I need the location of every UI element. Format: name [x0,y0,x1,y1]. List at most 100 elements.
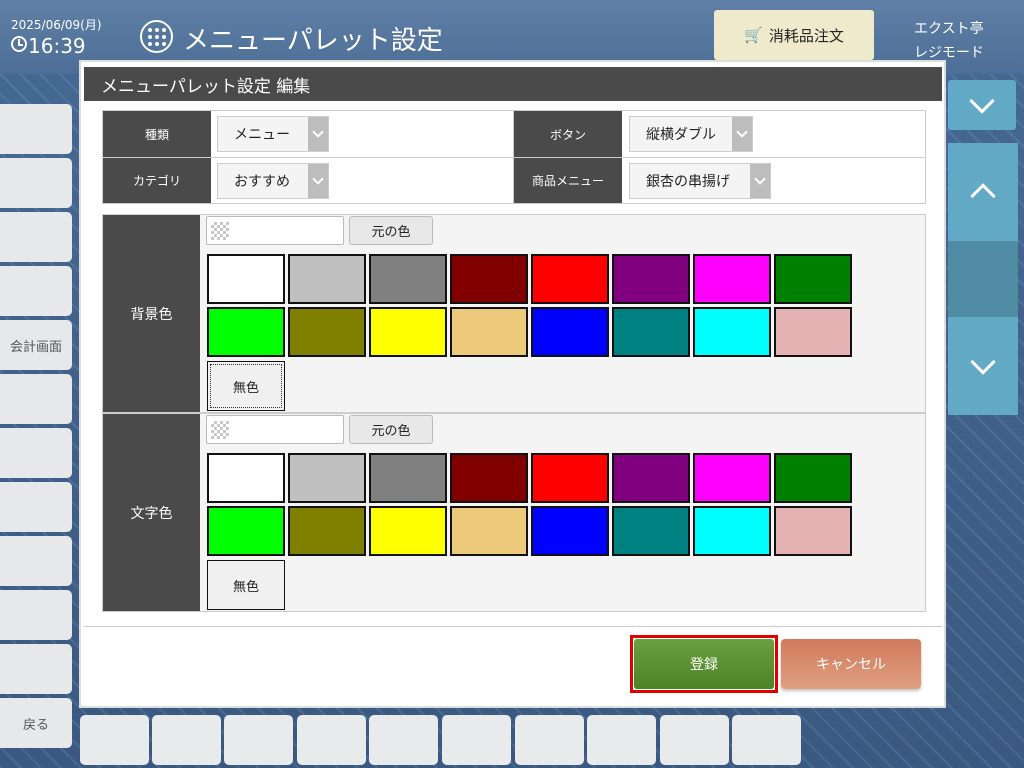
background-color-swatch[interactable] [207,254,285,304]
background-color-swatch[interactable] [531,254,609,304]
settings-form: 種類 メニュー ボタン 縦横ダブル カテゴリ おすすめ 商品メニュー 銀杏の串揚… [102,110,926,204]
left-nav-button[interactable] [0,266,72,316]
checkout-screen-button[interactable]: 会計画面 [0,320,72,370]
background-color-swatch[interactable] [450,307,528,357]
cart-icon: 🛒 [744,26,763,44]
bottom-slot-button[interactable] [587,715,656,765]
product-menu-select[interactable]: 銀杏の串揚げ [629,163,771,199]
category-select[interactable]: おすすめ [217,163,329,199]
background-color-swatch[interactable] [450,254,528,304]
text-color-swatch[interactable] [450,453,528,503]
bottom-slot-button[interactable] [297,715,366,765]
text-color-swatch[interactable] [207,453,285,503]
back-button[interactable]: 戻る [0,698,72,748]
bottom-slot-button[interactable] [515,715,584,765]
supply-order-button[interactable]: 🛒 消耗品注文 [714,10,874,60]
bottom-slot-button[interactable] [732,715,801,765]
left-nav-button[interactable] [0,104,72,154]
button-select[interactable]: 縦横ダブル [629,116,753,152]
text-color-swatch[interactable] [369,453,447,503]
background-original-color-button[interactable]: 元の色 [349,216,433,245]
bottom-slot-button[interactable] [369,715,438,765]
text-no-color-button[interactable]: 無色 [207,560,285,610]
grid-menu-icon [140,20,173,53]
mode-name: レジモード [914,45,984,61]
text-color-swatch[interactable] [612,453,690,503]
text-color-section: 文字色 元の色 無色 [102,413,926,612]
current-date: 2025/06/09(月) [11,18,102,32]
dialog-title: メニューパレット設定 編集 [84,67,942,101]
background-color-swatch[interactable] [369,254,447,304]
background-color-swatch[interactable] [612,254,690,304]
transparent-checker-icon [211,222,229,240]
category-value: おすすめ [234,174,290,190]
left-nav-button[interactable] [0,482,72,532]
bottom-slot-button[interactable] [442,715,511,765]
background-color-swatch[interactable] [207,307,285,357]
app-title: メニューパレット設定 [183,26,443,56]
text-color-swatch[interactable] [369,506,447,556]
product-menu-value: 銀杏の串揚げ [646,174,730,190]
text-color-swatch[interactable] [774,506,852,556]
text-color-swatch[interactable] [693,453,771,503]
edit-dialog: メニューパレット設定 編集 種類 メニュー ボタン 縦横ダブル カテゴリ おすす… [79,60,946,708]
left-nav-button[interactable] [0,428,72,478]
text-color-swatch[interactable] [450,506,528,556]
text-original-color-button[interactable]: 元の色 [349,415,433,444]
left-nav-button[interactable] [0,158,72,208]
register-button[interactable]: 登録 [634,639,774,689]
text-color-swatch[interactable] [288,453,366,503]
cancel-button[interactable]: キャンセル [781,639,921,689]
button-label: ボタン [514,111,622,157]
background-color-swatch[interactable] [531,307,609,357]
left-nav-button[interactable] [0,212,72,262]
background-color-swatch[interactable] [612,307,690,357]
supply-order-label: 消耗品注文 [768,26,844,45]
scroll-thumb[interactable] [948,241,1018,317]
background-color-swatch[interactable] [774,254,852,304]
button-value: 縦横ダブル [646,127,716,143]
clock-icon [11,36,27,52]
left-nav-button[interactable] [0,644,72,694]
text-color-swatch[interactable] [693,506,771,556]
bottom-slot-button[interactable] [152,715,221,765]
text-color-swatch[interactable] [207,506,285,556]
type-select[interactable]: メニュー [217,116,329,152]
text-color-swatch[interactable] [774,453,852,503]
bottom-slot-button[interactable] [224,715,293,765]
scroll-down-button[interactable] [948,317,1018,415]
store-name: エクスト亭 [914,21,984,37]
left-nav-button[interactable] [0,590,72,640]
background-no-color-button[interactable]: 無色 [207,361,285,411]
text-color-swatch[interactable] [288,506,366,556]
bottom-slot-button[interactable] [660,715,729,765]
dropdown-arrow-icon [732,117,752,151]
product-menu-label: 商品メニュー [514,158,622,203]
background-color-input[interactable] [206,216,344,245]
footer-divider [84,626,942,627]
background-color-section: 背景色 元の色 無色 [102,214,926,413]
dropdown-arrow-icon [750,164,770,198]
left-nav-button[interactable] [0,374,72,424]
type-label: 種類 [103,111,211,157]
background-color-swatch[interactable] [693,307,771,357]
background-color-swatch[interactable] [369,307,447,357]
background-color-swatch[interactable] [774,307,852,357]
background-color-swatch[interactable] [288,254,366,304]
scroll-up-button[interactable] [948,143,1018,241]
text-color-swatch[interactable] [531,453,609,503]
background-color-swatch[interactable] [693,254,771,304]
collapse-button[interactable] [948,80,1016,130]
category-label: カテゴリ [103,158,211,203]
text-color-swatch[interactable] [612,506,690,556]
text-color-input[interactable] [206,415,344,444]
background-color-label: 背景色 [103,215,200,412]
chevron-down-icon [970,349,996,375]
background-color-swatch[interactable] [288,307,366,357]
text-color-swatch[interactable] [531,506,609,556]
chevron-up-icon [970,183,996,209]
dropdown-arrow-icon [308,164,328,198]
bottom-slot-button[interactable] [80,715,149,765]
left-nav-button[interactable] [0,536,72,586]
dropdown-arrow-icon [308,117,328,151]
